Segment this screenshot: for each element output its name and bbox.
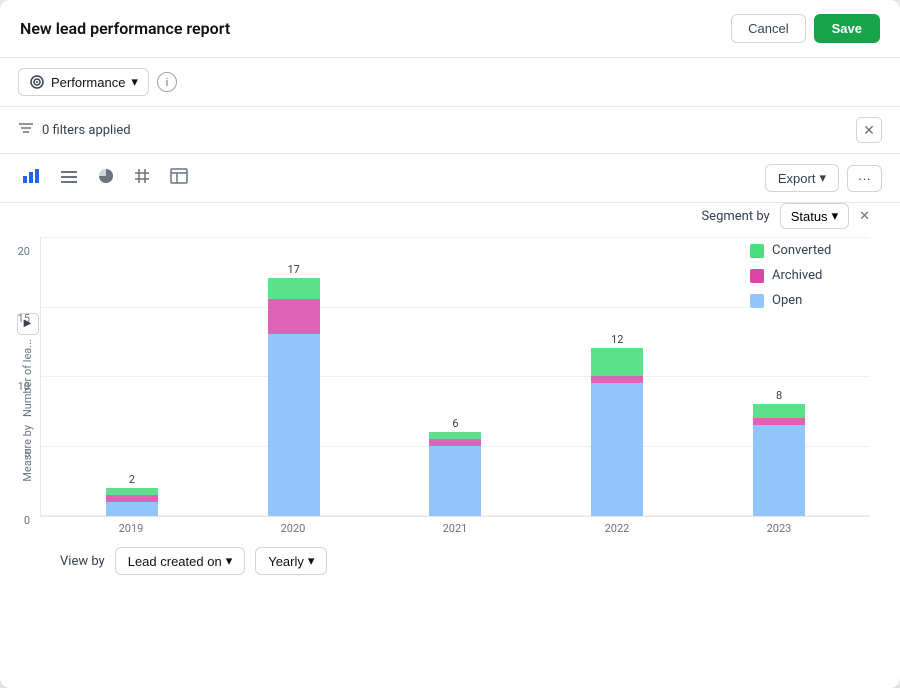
bar-value-2021: 6 — [452, 417, 458, 430]
modal-header: New lead performance report Cancel Save — [0, 0, 900, 58]
bar-archived-2022 — [591, 376, 643, 383]
bar-converted-2022 — [591, 348, 643, 376]
view-by-label: View by — [60, 554, 105, 569]
performance-dropdown[interactable]: Performance ▾ — [18, 68, 149, 96]
bar-value-2022: 12 — [611, 333, 623, 346]
segment-by-row: Segment by Status ▾ ✕ — [0, 203, 890, 237]
legend-open: Open — [750, 293, 880, 308]
bar-2019: 2 — [106, 473, 158, 516]
table-icon[interactable] — [166, 164, 192, 192]
performance-label: Performance — [51, 75, 125, 90]
header-buttons: Cancel Save — [731, 14, 880, 43]
chart-toolbar: Export ▾ ··· — [0, 154, 900, 203]
save-button[interactable]: Save — [814, 14, 880, 43]
bar-archived-2019 — [106, 495, 158, 502]
export-button[interactable]: Export ▾ — [765, 164, 839, 192]
bars-wrapper: 2 17 — [40, 237, 870, 517]
chevron-down-icon: ▾ — [131, 74, 138, 90]
bar-open-2023 — [753, 425, 805, 516]
bar-open-2022 — [591, 383, 643, 516]
bar-converted-2019 — [106, 488, 158, 495]
modal-title: New lead performance report — [20, 19, 230, 38]
clear-filters-button[interactable]: ✕ — [856, 117, 882, 143]
legend-dot-open — [750, 294, 764, 308]
view-by-period-label: Yearly — [268, 554, 304, 569]
bar-value-2019: 2 — [129, 473, 135, 486]
bar-archived-2021 — [429, 439, 481, 446]
filter-row: 0 filters applied ✕ — [0, 107, 900, 154]
grid-line-2 — [41, 376, 870, 377]
legend-label-converted: Converted — [772, 243, 831, 258]
legend-label-archived: Archived — [772, 268, 822, 283]
bar-stack-2021 — [429, 432, 481, 516]
x-label-2019: 2019 — [105, 522, 157, 535]
bar-open-2020 — [268, 334, 320, 516]
bar-stack-2019 — [106, 488, 158, 516]
legend-dot-archived — [750, 269, 764, 283]
legend-archived: Archived — [750, 268, 880, 283]
bar-converted-2020 — [268, 278, 320, 299]
chevron-down-icon: ▾ — [832, 208, 839, 224]
cancel-button[interactable]: Cancel — [731, 14, 805, 43]
view-by-period-dropdown[interactable]: Yearly ▾ — [255, 547, 327, 575]
bar-stack-2020 — [268, 278, 320, 516]
x-label-2022: 2022 — [591, 522, 643, 535]
bar-archived-2023 — [753, 418, 805, 425]
chevron-down-icon: ▾ — [308, 553, 315, 569]
x-label-2021: 2021 — [429, 522, 481, 535]
info-icon[interactable]: i — [157, 72, 177, 92]
bar-converted-2021 — [429, 432, 481, 439]
legend-area: Converted Archived Open — [750, 243, 880, 318]
bar-open-2019 — [106, 502, 158, 516]
bar-chart-icon[interactable] — [18, 164, 44, 192]
view-by-field-dropdown[interactable]: Lead created on ▾ — [115, 547, 246, 575]
chevron-down-icon: ▾ — [226, 553, 233, 569]
grid-line-top — [41, 237, 870, 238]
bar-2021: 6 — [429, 417, 481, 516]
grid-line-1 — [41, 307, 870, 308]
segment-by-label: Segment by — [701, 209, 769, 224]
filter-text: 0 filters applied — [42, 123, 848, 138]
bar-stack-2022 — [591, 348, 643, 516]
filter-icon — [18, 121, 34, 139]
legend-label-open: Open — [772, 293, 802, 308]
x-labels: 2019 2020 2021 2022 2023 — [30, 517, 890, 535]
bar-2020: 17 — [268, 263, 320, 516]
x-label-2023: 2023 — [753, 522, 805, 535]
segment-status-dropdown[interactable]: Status ▾ — [780, 203, 849, 229]
bar-open-2021 — [429, 446, 481, 516]
chart-inner: Segment by Status ▾ ✕ 0 5 10 15 20 — [0, 203, 900, 591]
bar-converted-2023 — [753, 404, 805, 418]
bars-section: 0 5 10 15 20 — [0, 237, 890, 535]
export-area: Export ▾ ··· — [765, 164, 882, 192]
view-by-field-label: Lead created on — [128, 554, 222, 569]
view-by-row: View by Lead created on ▾ Yearly ▾ — [0, 535, 890, 591]
modal: New lead performance report Cancel Save … — [0, 0, 900, 688]
bar-stack-2023 — [753, 404, 805, 516]
segment-close-button[interactable]: ✕ — [859, 209, 870, 224]
target-icon — [29, 74, 45, 90]
bar-2023: 8 — [753, 389, 805, 516]
toolbar-row: Performance ▾ i — [0, 58, 900, 107]
bar-value-2020: 17 — [288, 263, 300, 276]
legend-converted: Converted — [750, 243, 880, 258]
chart-area: ▶ Number of lea... Measure by Segment by… — [0, 203, 900, 591]
bar-value-2023: 8 — [776, 389, 782, 402]
list-icon[interactable] — [56, 165, 82, 192]
bar-2022: 12 — [591, 333, 643, 516]
bar-archived-2020 — [268, 299, 320, 334]
segment-value: Status — [791, 209, 828, 224]
more-options-button[interactable]: ··· — [847, 165, 882, 192]
hash-icon[interactable] — [130, 164, 154, 192]
x-label-2020: 2020 — [267, 522, 319, 535]
chart-type-icons — [18, 164, 192, 192]
legend-dot-converted — [750, 244, 764, 258]
pie-chart-icon[interactable] — [94, 164, 118, 192]
export-label: Export — [778, 171, 816, 186]
chevron-down-icon: ▾ — [819, 170, 826, 186]
